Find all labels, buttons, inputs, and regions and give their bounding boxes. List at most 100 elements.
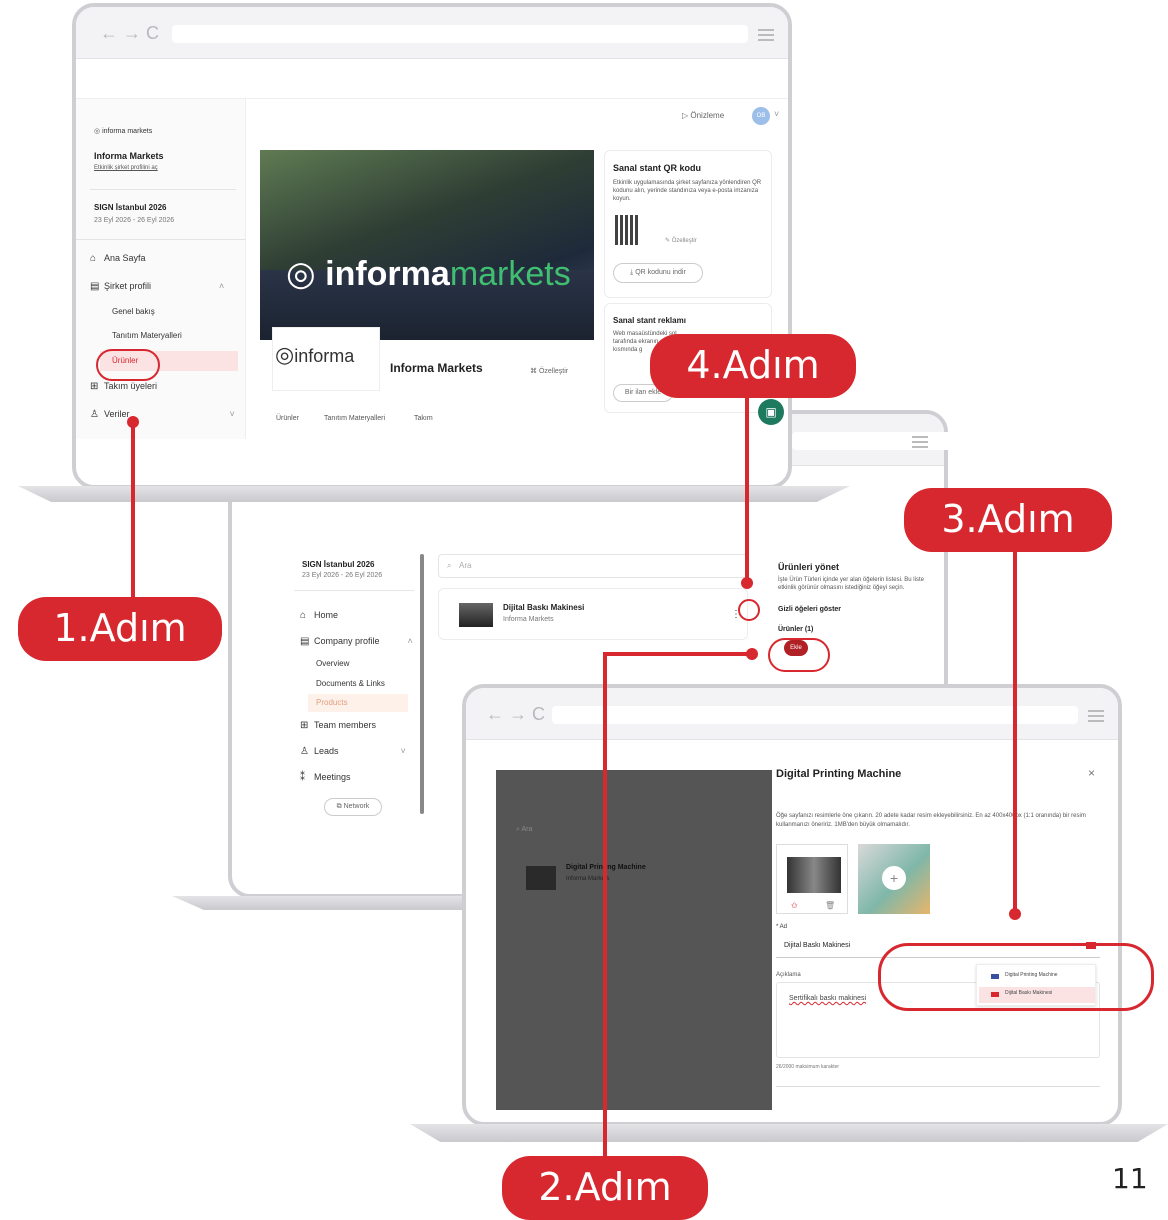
language-dropdown-highlight [878, 943, 1154, 1011]
avatar-chevron-icon[interactable]: ˅ [774, 109, 779, 119]
add-button-highlight [768, 638, 830, 672]
bg-product-thumbnail [526, 866, 556, 890]
product-name: Dijital Baskı Makinesi [503, 603, 585, 612]
mid-nav-products[interactable]: Products [308, 694, 408, 712]
network-label: Network [343, 803, 370, 810]
description-label: Açıklama [776, 972, 801, 978]
mid-nav-overview[interactable]: Overview [316, 659, 349, 668]
divider [776, 1086, 1100, 1087]
tab-materials[interactable]: Tanıtım Materyalleri [324, 415, 385, 422]
ad-title: Sanal stant reklamı [613, 316, 686, 325]
top-nav-home[interactable]: ⌂ Ana Sayfa [90, 253, 146, 264]
more-options-highlight [738, 599, 760, 621]
mid-nav-label: Leads [314, 746, 339, 756]
top-laptop-base [18, 486, 850, 502]
company-name: Informa Markets [94, 151, 164, 161]
step2-callout: 2.Adım [502, 1156, 708, 1220]
mid-nav-label: Products [316, 698, 348, 707]
top-url-bar[interactable] [172, 25, 748, 43]
mid-nav-team-members[interactable]: ⊞ Team members [300, 720, 376, 731]
front-url-bar[interactable] [552, 706, 1078, 724]
nav-label: Takım üyeleri [104, 381, 158, 391]
mid-nav-company-profile[interactable]: ▤ Company profile ˄ [300, 636, 413, 647]
tab-team[interactable]: Takım [414, 415, 433, 422]
top-nav-overview[interactable]: Genel bakış [112, 307, 155, 316]
mid-nav-label: Home [314, 610, 339, 620]
top-menu-icon[interactable] [758, 29, 774, 44]
nav-arrows-icon[interactable]: ← → C [486, 704, 545, 725]
search-icon: ⌕ [447, 561, 452, 570]
middle-scrollbar[interactable] [420, 554, 424, 814]
tab-products[interactable]: Ürünler [276, 415, 299, 422]
top-nav-team-members[interactable]: ⊞ Takım üyeleri [90, 381, 157, 392]
event-name: SIGN İstanbul 2026 [94, 203, 167, 212]
trash-icon[interactable]: 🗑 [825, 901, 835, 910]
char-count: 26/2000 maksimum karakter [776, 1064, 840, 1070]
edit-icon: ✎ [665, 238, 672, 244]
add-image-tile[interactable]: + [858, 844, 930, 914]
top-header-strip [76, 59, 788, 99]
middle-event-dates: 23 Eyl 2026 - 26 Eyl 2026 [302, 572, 383, 579]
product-thumbnail [459, 603, 493, 627]
company-profile-link[interactable]: Etkinlik şirket profilini aç [94, 165, 158, 171]
front-menu-icon[interactable] [1088, 710, 1104, 725]
top-laptop-screen: ← → C ◎ informa markets Informa Markets … [72, 3, 792, 489]
panel-title: Ürünleri yönet [778, 562, 840, 572]
store-icon: ▤ [90, 281, 100, 292]
chevron-down-icon: ˅ [229, 409, 235, 419]
product-company: Informa Markets [503, 616, 554, 623]
company-title: Informa Markets [390, 361, 483, 375]
company-logo-box: ◎informa [272, 327, 380, 391]
cover-banner: ◎ informamarkets [260, 150, 594, 340]
avatar[interactable]: OB [752, 107, 770, 125]
middle-event-name: SIGN İstanbul 2026 [302, 560, 375, 569]
middle-product-card[interactable]: Dijital Baskı Makinesi Informa Markets ⋮ [438, 588, 748, 640]
step1-callout: 1.Adım [18, 597, 222, 661]
step4-connector-line [745, 398, 749, 580]
chevron-up-icon: ˄ [219, 281, 225, 291]
chat-bubble-icon[interactable]: ▣ [758, 399, 784, 425]
star-icon[interactable]: ✩ [791, 901, 798, 910]
products-count: Ürünler (1) [778, 626, 814, 633]
step3-callout: 3.Adım [904, 488, 1112, 552]
informa-logo-icon: ◎ [275, 342, 295, 367]
dimmed-overlay: ⌕ Ara Digital Printing Machine Informa M… [496, 770, 772, 1110]
mid-nav-label: Team members [314, 720, 377, 730]
qr-customize[interactable]: ✎ Özelleştir [665, 237, 697, 244]
mid-nav-home[interactable]: ⌂ Home [300, 610, 338, 621]
qr-download-button[interactable]: ⤓ QR kodunu indir [613, 263, 703, 283]
close-icon[interactable]: × [1088, 766, 1095, 780]
middle-url-bar[interactable] [792, 432, 1112, 450]
banner-logo: ◎ informamarkets [286, 255, 571, 293]
mid-nav-documents[interactable]: Documents & Links [316, 679, 385, 688]
divider [294, 590, 414, 591]
front-laptop-screen: ← → C ⌕ Ara Digital Printing Machine Inf… [462, 684, 1122, 1126]
show-hidden-toggle[interactable]: Gizli öğeleri göster [778, 606, 841, 613]
nav-arrows-icon[interactable]: ← → C [100, 23, 159, 44]
description-value: Sertifikalı baskı makinesi [789, 995, 867, 1002]
mid-nav-meetings[interactable]: ⁑ Meetings [300, 772, 351, 783]
mid-nav-leads[interactable]: ♙ Leads ˅ [300, 746, 406, 757]
image-thumbnail[interactable]: ✩ 🗑 [776, 844, 848, 914]
page-number: 11 [1112, 1162, 1148, 1195]
step1-connector-line [131, 422, 135, 598]
top-nav-materials[interactable]: Tanıtım Materyalleri [112, 331, 182, 340]
qr-code-icon [615, 215, 639, 245]
top-nav-company-profile[interactable]: ▤ Şirket profili ˄ [90, 281, 224, 292]
preview-button[interactable]: ▷ Önizleme [682, 111, 724, 120]
printing-machine-image [787, 857, 841, 893]
step4-callout: 4.Adım [650, 334, 856, 398]
qr-card: Sanal stant QR kodu Etkinlik uygulamasın… [604, 150, 772, 298]
chevron-up-icon: ˄ [407, 636, 413, 646]
search-placeholder: Ara [459, 561, 472, 570]
middle-search-input[interactable]: ⌕ Ara [438, 554, 748, 578]
network-button[interactable]: ⧉ Network [324, 798, 382, 816]
top-nav-leads[interactable]: ♙ Veriler ˅ [90, 409, 235, 420]
customize-button[interactable]: ⌘ Özelleştir [530, 367, 568, 375]
divider [90, 189, 236, 190]
name-value: Dijital Baskı Makinesi [784, 942, 851, 949]
qr-title: Sanal stant QR kodu [613, 163, 702, 173]
brand-logo: ◎ informa markets [94, 128, 153, 135]
middle-menu-icon[interactable] [912, 436, 928, 451]
plus-icon: + [882, 866, 906, 890]
